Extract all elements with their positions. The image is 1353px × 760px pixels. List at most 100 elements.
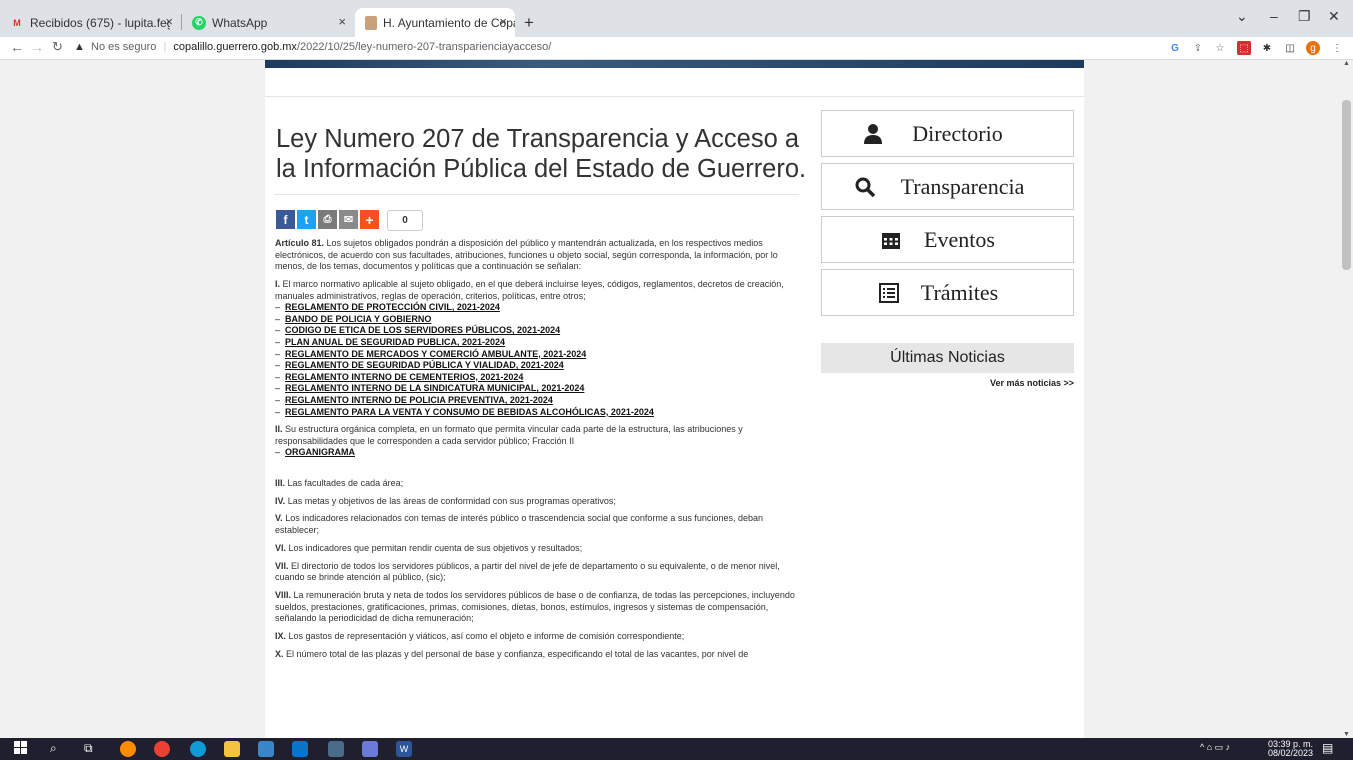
tab-title: WhatsApp [212, 15, 268, 30]
scroll-up-arrow-icon[interactable]: ▲ [1343, 60, 1350, 67]
document-link[interactable]: – PLAN ANUAL DE SEGURIDAD PUBLICA, 2021-2… [275, 337, 803, 349]
fraccion-label: VIII. [275, 589, 292, 600]
url-field[interactable]: No es seguro | copalillo.guerrero.gob.mx… [91, 41, 551, 53]
paint-app-icon[interactable] [120, 741, 136, 757]
document-link[interactable]: – CODIGO DE ETICA DE LOS SERVIDORES PÚBLI… [275, 325, 803, 337]
organigrama-link[interactable]: – ORGANIGRAMA [275, 447, 803, 459]
facebook-share-button[interactable]: f [276, 210, 295, 229]
google-icon[interactable]: G [1168, 41, 1182, 55]
fraccion-iii: III. Las facultades de cada área; [275, 478, 803, 490]
link-text: REGLAMENTO DE SEGURIDAD PÚBLICA Y VIALID… [285, 360, 564, 371]
warning-icon[interactable]: ▲ [74, 41, 85, 53]
reload-icon[interactable]: ↻ [52, 39, 63, 55]
mail-icon[interactable] [292, 741, 308, 757]
app-icon[interactable] [362, 741, 378, 757]
vertical-scrollbar[interactable]: ▲ ▼ [1340, 60, 1353, 738]
link-text: REGLAMENTO PARA LA VENTA Y CONSUMO DE BE… [285, 406, 654, 417]
share-bar: f t ⎙ ✉ + 0 [276, 210, 423, 231]
tab-whatsapp[interactable]: ✆ WhatsApp × [182, 8, 354, 37]
search-icon[interactable]: ⌕ [50, 741, 66, 757]
fraccion-x: X. El número total de las plazas y del p… [275, 649, 803, 661]
document-link[interactable]: – BANDO DE POLICIA Y GOBIERNO [275, 314, 803, 326]
profile-avatar[interactable]: g [1306, 41, 1320, 55]
notification-icon[interactable]: ▤ [1322, 741, 1333, 755]
forward-arrow-icon[interactable]: → [30, 39, 44, 55]
calculator-icon[interactable] [328, 741, 344, 757]
document-link[interactable]: – REGLAMENTO INTERNO DE POLICIA PREVENTIV… [275, 395, 803, 407]
store-icon[interactable] [258, 741, 274, 757]
word-icon[interactable]: W [396, 741, 412, 757]
fraccion-i: I. El marco normativo aplicable al sujet… [275, 279, 803, 302]
fraccion-text: La remuneración bruta y neta de todos lo… [275, 589, 795, 624]
print-button[interactable]: ⎙ [318, 210, 337, 229]
fraccion-label: IX. [275, 630, 287, 641]
fraccion-iv: IV. Las metas y objetivos de las áreas d… [275, 496, 803, 508]
pdf-extension-icon[interactable]: ⬚ [1237, 41, 1251, 55]
close-window-button[interactable]: ✕ [1328, 8, 1340, 25]
ver-mas-noticias-link[interactable]: Ver más noticias >> [990, 378, 1074, 388]
windows-start-icon[interactable] [14, 741, 30, 757]
security-label: No es seguro [91, 41, 157, 53]
clock[interactable]: 03:39 p. m. 08/02/2023 [1268, 740, 1313, 758]
more-share-button[interactable]: + [360, 210, 379, 229]
file-explorer-icon[interactable] [224, 741, 240, 757]
restore-button[interactable]: ❐ [1298, 8, 1311, 25]
chevron-down-icon[interactable]: ⌄ [1236, 8, 1248, 25]
share-count: 0 [387, 210, 423, 231]
scroll-down-arrow-icon[interactable]: ▼ [1343, 731, 1350, 738]
system-tray-icons[interactable]: ^ ⌂ ▭ ♪ [1200, 742, 1230, 753]
link-text: ORGANIGRAMA [285, 447, 356, 458]
extensions-icon[interactable]: ✱ [1260, 41, 1274, 55]
chrome-icon[interactable] [154, 741, 170, 757]
tab-ayuntamiento[interactable]: H. Ayuntamiento de Copalillo × [355, 8, 515, 37]
site-favicon-icon [365, 15, 378, 30]
new-tab-button[interactable]: + [520, 8, 544, 37]
sidebar-panel-icon[interactable]: ◫ [1283, 41, 1297, 55]
ultimas-noticias-heading: Últimas Noticias [821, 343, 1074, 373]
back-arrow-icon[interactable]: ← [10, 39, 24, 55]
close-tab-icon[interactable]: × [165, 14, 173, 29]
tramites-button[interactable]: Trámites [821, 269, 1074, 316]
minimize-button[interactable]: – [1270, 8, 1278, 24]
link-text: REGLAMENTO DE PROTECCIÓN CIVIL, 2021-202… [285, 302, 500, 313]
article-label: Artículo 81. [275, 238, 325, 248]
tab-gmail[interactable]: M Recibidos (675) - lupita.fegro@g × [0, 8, 181, 37]
email-share-button[interactable]: ✉ [339, 210, 358, 229]
article-title: Ley Numero 207 de Transparencia y Acceso… [276, 125, 807, 183]
divider [265, 96, 1084, 97]
document-link[interactable]: – REGLAMENTO INTERNO DE LA SINDICATURA MU… [275, 383, 803, 395]
directorio-button[interactable]: Directorio [821, 110, 1074, 157]
link-text: REGLAMENTO DE MERCADOS Y COMERCIÓ AMBULA… [285, 348, 587, 359]
document-link[interactable]: – REGLAMENTO DE SEGURIDAD PÚBLICA Y VIALI… [275, 360, 803, 372]
transparencia-label: Transparencia [900, 173, 1025, 199]
article-text: Los sujetos obligados pondrán a disposic… [275, 238, 778, 272]
fraccion-label: X. [275, 648, 284, 659]
document-link[interactable]: – REGLAMENTO PARA LA VENTA Y CONSUMO DE B… [275, 407, 803, 419]
task-view-icon[interactable]: ⧉ [84, 741, 100, 757]
tab-title: H. Ayuntamiento de Copalillo [383, 15, 515, 30]
edge-icon[interactable] [190, 741, 206, 757]
document-link[interactable]: – REGLAMENTO INTERNO DE CEMENTERIOS, 2021… [275, 372, 803, 384]
close-tab-icon[interactable]: × [499, 14, 507, 29]
fraccion-text: Las facultades de cada área; [285, 477, 404, 488]
fraccion-ii: II. Su estructura orgánica completa, en … [275, 424, 803, 447]
fraccion-text: Su estructura orgánica completa, en un f… [275, 424, 743, 446]
bookmark-star-icon[interactable]: ☆ [1213, 41, 1227, 55]
menu-dots-icon[interactable]: ⋮ [1330, 41, 1344, 55]
close-tab-icon[interactable]: × [338, 14, 346, 29]
scrollbar-thumb[interactable] [1342, 100, 1351, 270]
share-icon[interactable]: ⇪ [1191, 41, 1205, 55]
link-text: REGLAMENTO INTERNO DE POLICIA PREVENTIVA… [285, 394, 553, 405]
transparencia-button[interactable]: Transparencia [821, 163, 1074, 210]
fraccion-viii: VIII. La remuneración bruta y neta de to… [275, 590, 803, 625]
document-link[interactable]: – REGLAMENTO DE PROTECCIÓN CIVIL, 2021-20… [275, 302, 803, 314]
address-bar: ← → ↻ ▲ No es seguro | copalillo.guerrer… [0, 37, 1353, 60]
document-link[interactable]: – REGLAMENTO DE MERCADOS Y COMERCIÓ AMBUL… [275, 349, 803, 361]
fraccion-label: VII. [275, 560, 289, 571]
eventos-button[interactable]: Eventos [821, 216, 1074, 263]
link-text: BANDO DE POLICIA Y GOBIERNO [285, 313, 432, 324]
eventos-label: Eventos [924, 226, 995, 252]
twitter-share-button[interactable]: t [297, 210, 316, 229]
fraccion-text: El directorio de todos los servidores pú… [275, 560, 780, 583]
fraccion-v: V. Los indicadores relacionados con tema… [275, 513, 803, 536]
